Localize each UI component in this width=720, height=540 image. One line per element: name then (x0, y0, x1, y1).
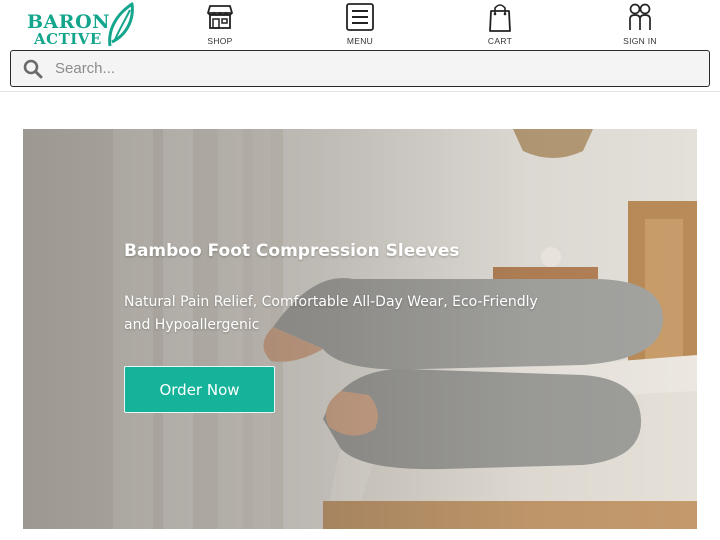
storefront-icon (207, 5, 233, 29)
users-icon (629, 3, 651, 30)
nav-shop-label: SHOP (207, 36, 233, 46)
header-divider (0, 91, 720, 92)
search-icon[interactable] (23, 59, 43, 79)
nav-sign-in-label: SIGN IN (623, 36, 657, 46)
nav-menu[interactable]: MENU (320, 0, 400, 50)
hero-title: Bamboo Foot Compression Sleeves (124, 241, 460, 261)
hero-subtitle: Natural Pain Relief, Comfortable All-Day… (124, 294, 538, 333)
nav-cart-label: CART (487, 36, 513, 46)
site-header: BARON ACTIVE SHOP MENU CART SIGN IN (0, 0, 720, 50)
search-input[interactable] (55, 55, 695, 81)
shopping-bag-icon (489, 4, 511, 32)
brand-logo[interactable]: BARON ACTIVE (24, 2, 136, 48)
brand-name-line2: ACTIVE (34, 30, 102, 48)
nav-menu-label: MENU (346, 36, 374, 46)
hero-banner: Bamboo Foot Compression Sleeves Natural … (23, 129, 697, 529)
nav-sign-in[interactable]: SIGN IN (600, 0, 680, 50)
nav-cart[interactable]: CART (460, 0, 540, 50)
leaf-icon (108, 2, 134, 47)
order-now-button[interactable]: Order Now (124, 366, 275, 413)
hamburger-menu-icon (346, 3, 374, 31)
search-bar (10, 50, 710, 87)
nav-shop[interactable]: SHOP (180, 0, 260, 50)
